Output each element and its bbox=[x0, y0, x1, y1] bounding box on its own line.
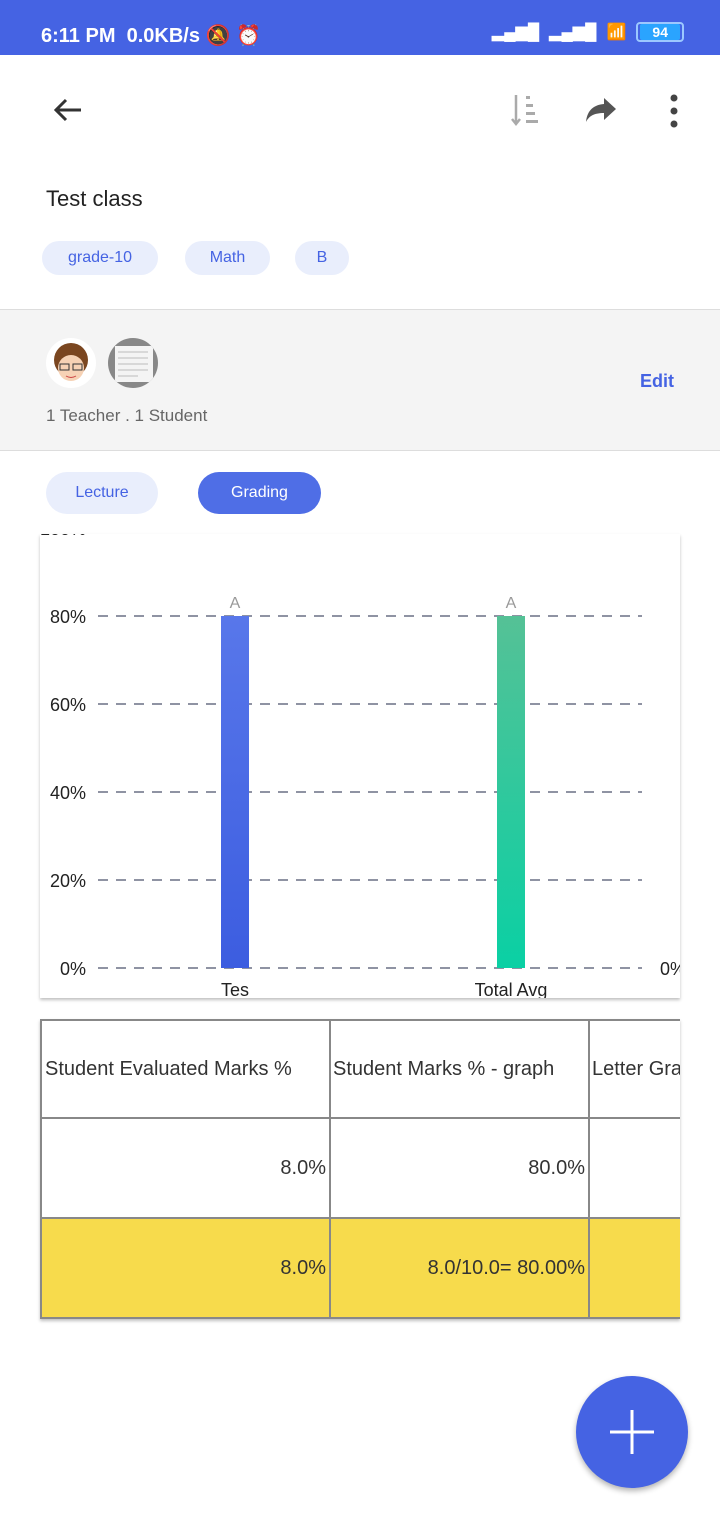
tab-lecture[interactable]: Lecture bbox=[46, 472, 158, 514]
alarm-icon: ⏰ bbox=[236, 25, 261, 47]
edit-button[interactable]: Edit bbox=[640, 371, 674, 392]
mute-icon: 🔕 bbox=[205, 25, 231, 47]
sort-icon[interactable] bbox=[505, 90, 545, 130]
bar bbox=[497, 616, 525, 968]
table-cell bbox=[588, 1117, 680, 1219]
members-summary: 1 Teacher . 1 Student bbox=[46, 406, 208, 425]
tag-chip[interactable]: Math bbox=[185, 241, 270, 275]
signal-icon: ▂▄▆█ bbox=[491, 24, 540, 41]
signal-icon: ▂▄▆█ bbox=[549, 24, 597, 41]
table-cell: 80.0% bbox=[329, 1117, 590, 1219]
y-tick-label: 60% bbox=[50, 695, 86, 715]
share-icon[interactable] bbox=[580, 90, 622, 130]
battery-level: 94 bbox=[640, 24, 680, 40]
y-tick-label: 0% bbox=[60, 959, 86, 979]
table-cell: 8.0/10.0= 80.00% bbox=[329, 1217, 590, 1319]
back-arrow-icon[interactable] bbox=[48, 90, 88, 130]
bar-data-label: A bbox=[230, 595, 241, 612]
add-fab-button[interactable] bbox=[576, 1376, 688, 1488]
table-cell bbox=[588, 1217, 680, 1319]
y-tick-label: 80% bbox=[50, 607, 86, 627]
x-tick-label: Total Avg bbox=[475, 980, 548, 998]
tag-chip[interactable]: B bbox=[295, 241, 349, 275]
class-title: Test class bbox=[46, 186, 143, 211]
members-panel[interactable]: 1 Teacher . 1 Student Edit bbox=[0, 309, 720, 451]
right-axis-tick-label: 0% bbox=[660, 959, 680, 979]
grades-table[interactable]: Student Evaluated Marks % Student Marks … bbox=[40, 1019, 680, 1319]
grading-chart: 0% 20% 40% 60% 80% 100% 0% A Tes A Total Avg bbox=[40, 534, 680, 998]
more-options-icon[interactable] bbox=[654, 90, 694, 132]
status-bar: 6:11 PM 0.0KB/s 🔕 ⏰ ▂▄▆█ ▂▄▆█ 📶 94 bbox=[0, 0, 720, 55]
wifi-icon: 📶 bbox=[606, 24, 627, 41]
y-tick-label: 100% bbox=[40, 534, 86, 539]
table-cell: 8.0% bbox=[40, 1117, 331, 1219]
network-speed: 0.0KB/s bbox=[126, 25, 200, 47]
bar bbox=[221, 616, 249, 968]
bar-data-label: A bbox=[506, 595, 517, 612]
x-tick-label: Tes bbox=[221, 980, 249, 998]
tab-grading[interactable]: Grading bbox=[198, 472, 321, 514]
status-left: 6:11 PM 0.0KB/s 🔕 ⏰ bbox=[41, 23, 261, 48]
y-tick-label: 20% bbox=[50, 871, 86, 891]
header-cell: Student Evaluated Marks % bbox=[40, 1019, 331, 1119]
y-tick-label: 40% bbox=[50, 783, 86, 803]
header-cell: Student Marks % - graph bbox=[329, 1019, 590, 1119]
bar-chart: 0% 20% 40% 60% 80% 100% 0% A Tes A Total Avg bbox=[40, 534, 680, 998]
table-cell: 8.0% bbox=[40, 1217, 331, 1319]
student-avatar[interactable] bbox=[108, 338, 158, 388]
tag-chip[interactable]: grade-10 bbox=[42, 241, 158, 275]
battery-icon: 94 bbox=[636, 22, 684, 42]
plus-icon bbox=[610, 1410, 654, 1454]
time: 6:11 PM bbox=[41, 25, 116, 47]
teacher-avatar[interactable] bbox=[46, 338, 96, 388]
header-cell: Letter Grade bbox=[588, 1019, 680, 1119]
